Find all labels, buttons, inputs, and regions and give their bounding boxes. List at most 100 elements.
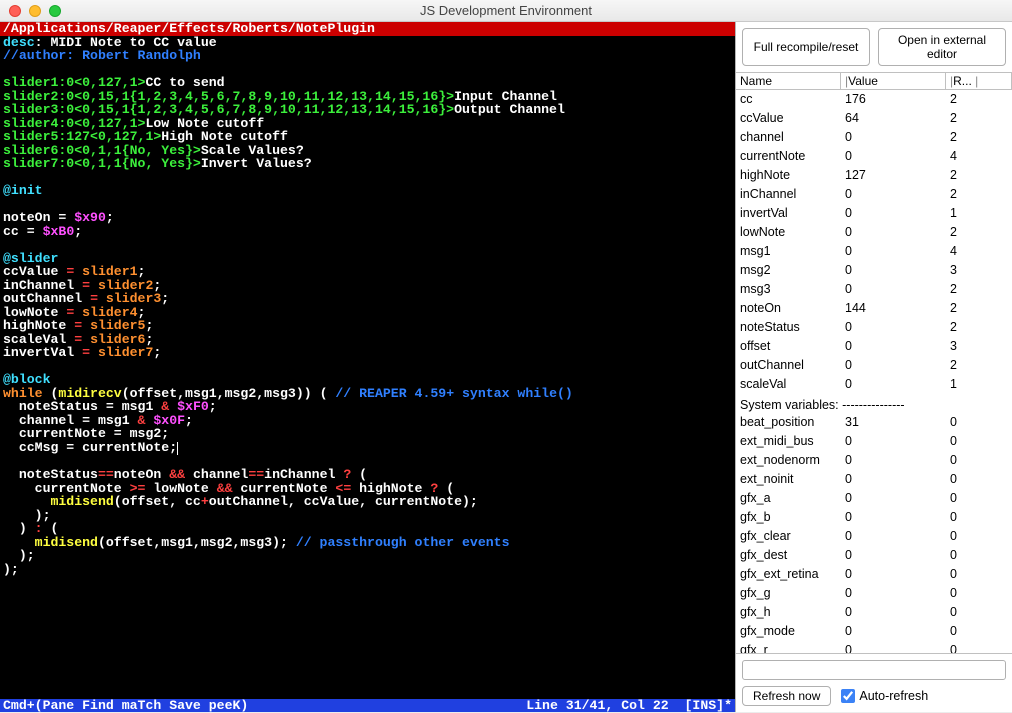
table-row[interactable]: msg104 [736,242,1012,261]
var-value: 0 [845,604,950,621]
table-row[interactable]: outChannel02 [736,356,1012,375]
table-row[interactable]: ext_nodenorm00 [736,451,1012,470]
var-value: 0 [845,642,950,653]
table-row[interactable]: noteOn1442 [736,299,1012,318]
variable-inspector: Full recompile/reset Open in external ed… [735,22,1012,712]
var-refcount: 0 [950,509,1008,526]
hdr-value[interactable]: |Value [841,73,946,89]
table-row[interactable]: lowNote02 [736,223,1012,242]
refresh-button[interactable]: Refresh now [742,686,831,706]
var-value: 0 [845,319,950,336]
var-refcount: 0 [950,623,1008,640]
table-row[interactable]: scaleVal01 [736,375,1012,394]
file-path: /Applications/Reaper/Effects/Roberts/Not… [0,22,735,36]
open-external-button[interactable]: Open in external editor [878,28,1006,66]
var-refcount: 0 [950,452,1008,469]
table-row[interactable]: gfx_mode00 [736,622,1012,641]
table-row[interactable]: gfx_ext_retina00 [736,565,1012,584]
var-name: outChannel [740,357,845,374]
table-row[interactable]: gfx_g00 [736,584,1012,603]
table-row[interactable]: ext_midi_bus00 [736,432,1012,451]
var-value: 0 [845,129,950,146]
hdr-name[interactable]: Name [736,73,841,89]
var-value: 31 [845,414,950,431]
table-row[interactable]: highNote1272 [736,166,1012,185]
var-value: 176 [845,91,950,108]
var-refcount: 2 [950,167,1008,184]
var-refcount: 2 [950,186,1008,203]
titlebar: JS Development Environment [0,0,1012,22]
table-row[interactable]: ccValue642 [736,109,1012,128]
table-row[interactable]: cc1762 [736,90,1012,109]
window-title: JS Development Environment [0,3,1012,18]
table-row[interactable]: gfx_r00 [736,641,1012,653]
var-table-header[interactable]: Name |Value |R... | [736,72,1012,90]
var-name: channel [740,129,845,146]
var-refcount: 0 [950,604,1008,621]
var-value: 0 [845,357,950,374]
var-name: invertVal [740,205,845,222]
table-row[interactable]: gfx_clear00 [736,527,1012,546]
var-name: ext_nodenorm [740,452,845,469]
table-row[interactable]: gfx_dest00 [736,546,1012,565]
table-row[interactable]: msg203 [736,261,1012,280]
var-refcount: 0 [950,471,1008,488]
var-name: gfx_clear [740,528,845,545]
var-value: 64 [845,110,950,127]
hdr-r[interactable]: |R... | [946,73,1012,89]
table-row[interactable]: gfx_b00 [736,508,1012,527]
table-row[interactable]: beat_position310 [736,413,1012,432]
var-list[interactable]: cc1762ccValue642channel02currentNote04hi… [736,90,1012,653]
var-value: 0 [845,262,950,279]
var-refcount: 0 [950,547,1008,564]
search-input[interactable] [742,660,1006,680]
table-row[interactable]: offset03 [736,337,1012,356]
table-row[interactable]: inChannel02 [736,185,1012,204]
table-row[interactable]: currentNote04 [736,147,1012,166]
var-refcount: 4 [950,148,1008,165]
var-name: beat_position [740,414,845,431]
var-value: 0 [845,490,950,507]
autorefresh-toggle[interactable]: Auto-refresh [841,689,928,703]
var-name: gfx_a [740,490,845,507]
var-name: offset [740,338,845,355]
var-refcount: 2 [950,110,1008,127]
recompile-button[interactable]: Full recompile/reset [742,28,870,66]
var-value: 0 [845,376,950,393]
var-refcount: 3 [950,338,1008,355]
var-refcount: 1 [950,376,1008,393]
table-row[interactable]: gfx_h00 [736,603,1012,622]
sysvars-label: System variables: --------------- [736,394,1012,413]
var-refcount: 2 [950,129,1008,146]
var-name: gfx_g [740,585,845,602]
var-value: 0 [845,547,950,564]
var-name: lowNote [740,224,845,241]
var-value: 0 [845,243,950,260]
autorefresh-checkbox[interactable] [841,689,855,703]
cursor [177,442,178,455]
var-name: highNote [740,167,845,184]
var-value: 0 [845,186,950,203]
var-value: 0 [845,452,950,469]
editor-body[interactable]: desc: MIDI Note to CC value //author: Ro… [0,36,735,699]
table-row[interactable]: invertVal01 [736,204,1012,223]
var-value: 0 [845,623,950,640]
var-refcount: 2 [950,91,1008,108]
var-refcount: 0 [950,566,1008,583]
table-row[interactable]: gfx_a00 [736,489,1012,508]
code-editor[interactable]: /Applications/Reaper/Effects/Roberts/Not… [0,22,735,712]
var-value: 0 [845,566,950,583]
var-refcount: 2 [950,281,1008,298]
var-refcount: 0 [950,528,1008,545]
var-name: scaleVal [740,376,845,393]
table-row[interactable]: noteStatus02 [736,318,1012,337]
var-refcount: 0 [950,433,1008,450]
var-value: 0 [845,509,950,526]
var-name: ccValue [740,110,845,127]
table-row[interactable]: ext_noinit00 [736,470,1012,489]
var-refcount: 0 [950,642,1008,653]
table-row[interactable]: channel02 [736,128,1012,147]
var-name: msg1 [740,243,845,260]
table-row[interactable]: msg302 [736,280,1012,299]
var-value: 127 [845,167,950,184]
